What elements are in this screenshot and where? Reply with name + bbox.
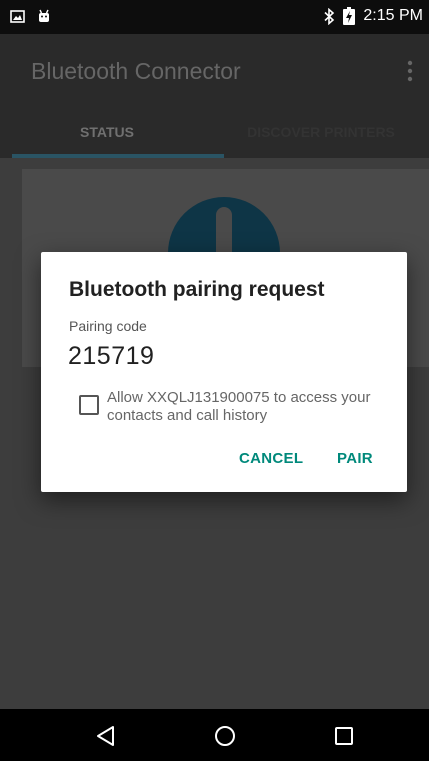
tab-bar: STATUS DISCOVER PRINTERS — [0, 112, 429, 158]
status-bar-left — [10, 9, 51, 23]
android-icon — [37, 9, 51, 23]
contacts-access-label[interactable]: Allow XXQLJ131900075 to access your cont… — [107, 389, 403, 425]
image-icon — [10, 9, 25, 23]
recents-icon[interactable] — [333, 725, 355, 747]
pairing-code: 215719 — [68, 342, 155, 370]
more-vert-icon[interactable] — [407, 59, 413, 83]
pairing-code-label: Pairing code — [69, 318, 147, 334]
battery-charging-icon — [343, 7, 356, 25]
contacts-access-checkbox[interactable] — [79, 395, 99, 415]
tab-discover-printers[interactable]: DISCOVER PRINTERS — [214, 112, 428, 154]
dialog-title: Bluetooth pairing request — [69, 278, 325, 301]
back-icon[interactable] — [95, 725, 117, 747]
pairing-dialog: Bluetooth pairing request Pairing code 2… — [41, 252, 407, 492]
bluetooth-icon — [323, 7, 335, 25]
status-bar-right: 2:15 PM — [323, 7, 423, 25]
app-title: Bluetooth Connector — [31, 58, 241, 84]
status-time: 2:15 PM — [363, 7, 423, 24]
pair-button[interactable]: PAIR — [337, 450, 373, 467]
home-icon[interactable] — [214, 725, 236, 747]
app-bar: Bluetooth Connector — [0, 34, 429, 112]
navigation-bar — [0, 709, 429, 761]
status-bar: 2:15 PM — [0, 0, 429, 34]
tab-status[interactable]: STATUS — [0, 112, 214, 154]
cancel-button[interactable]: CANCEL — [239, 450, 303, 467]
